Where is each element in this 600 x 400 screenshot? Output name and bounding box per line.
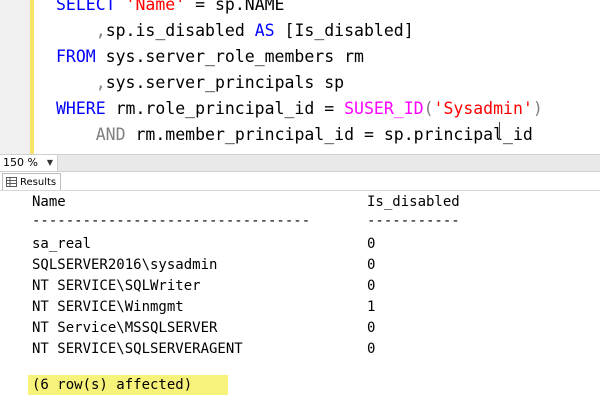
query-editor[interactable]: SELECT 'Name' = sp.NAME ,sp.is_disabled … — [0, 0, 600, 154]
chevron-down-icon[interactable]: ▼ — [47, 155, 53, 171]
editor-gutter — [0, 0, 30, 154]
row-is-disabled: 0 — [367, 341, 376, 357]
code-text: [Is_disabled] — [274, 21, 414, 40]
row-name: SQLSERVER2016\sysadmin — [32, 257, 218, 273]
function-name: SUSER_ID — [344, 99, 424, 118]
row-is-disabled: 0 — [367, 257, 376, 273]
code-line-6: AND rm.member_principal_id = sp.principa… — [56, 124, 533, 146]
tab-results-label: Results — [20, 176, 57, 188]
keyword-as: AS — [254, 21, 275, 40]
results-pane[interactable]: Name Is_disabled -----------------------… — [0, 191, 600, 400]
tab-results[interactable]: Results — [2, 173, 62, 190]
code-line-1: SELECT 'Name' = sp.NAME — [56, 0, 285, 16]
comma: , — [95, 21, 106, 40]
keyword-and: AND — [95, 125, 126, 144]
separator-is-disabled: ----------- — [367, 213, 460, 229]
editor-status-bar: 150 % ▼ — [0, 154, 600, 172]
results-tab-bar: Results — [0, 172, 600, 191]
header-is-disabled: Is_disabled — [367, 194, 460, 210]
code-line-2: ,sp.is_disabled AS [Is_disabled] — [56, 20, 414, 42]
string-literal: 'Sysadmin' — [433, 99, 533, 118]
row-is-disabled: 0 — [367, 278, 376, 294]
comma: , — [95, 73, 106, 92]
code-line-5: WHERE rm.role_principal_id = SUSER_ID('S… — [56, 99, 543, 118]
string-literal: 'Name' — [125, 0, 186, 14]
header-name: Name — [32, 194, 66, 210]
row-is-disabled: 0 — [367, 236, 376, 252]
row-name: NT SERVICE\SQLWriter — [32, 278, 201, 294]
zoom-level: 150 % — [3, 156, 38, 169]
row-name: NT Service\MSSQLSERVER — [32, 320, 218, 336]
row-is-disabled: 1 — [367, 299, 376, 315]
code-text: sys.server_role_members rm — [95, 47, 364, 66]
row-name: sa_real — [32, 236, 92, 252]
row-is-disabled: 0 — [367, 320, 376, 336]
separator-name: --------------------------------- — [32, 213, 311, 229]
rows-affected-message: (6 row(s) affected) — [32, 377, 193, 393]
code-text: rm.member_principal_id = sp.principal_id — [125, 125, 533, 144]
code-text: sp.is_disabled — [105, 21, 255, 40]
keyword-where: WHERE — [56, 99, 106, 118]
zoom-dropdown[interactable]: 150 % ▼ — [0, 155, 58, 171]
row-name: NT SERVICE\SQLSERVERAGENT — [32, 341, 243, 357]
keyword-select: SELECT — [56, 0, 126, 14]
code-text: sys.server_principals sp — [105, 73, 345, 92]
row-name: NT SERVICE\Winmgmt — [32, 299, 184, 315]
change-tracking-bar — [30, 0, 34, 154]
grid-icon — [6, 177, 17, 187]
text-caret — [499, 122, 500, 140]
code-text: rm.role_principal_id = — [105, 99, 345, 118]
keyword-from: FROM — [56, 47, 96, 66]
code-text: = sp.NAME — [185, 0, 285, 14]
code-line-4: ,sys.server_principals sp — [56, 72, 344, 94]
code-line-3: FROM sys.server_role_members rm — [56, 46, 364, 68]
